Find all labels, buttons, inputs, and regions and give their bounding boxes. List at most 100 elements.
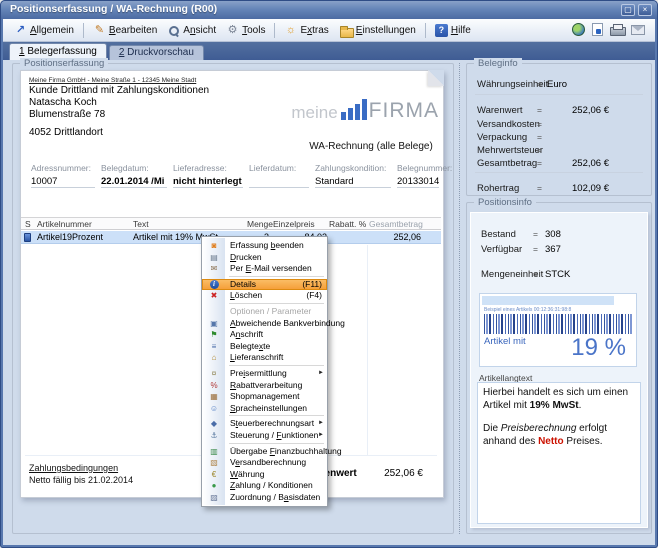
context-menu-item-steuerberechnungsart[interactable]: ◆Steuerberechnungsart► [202,418,327,430]
payment-terms-link[interactable]: Zahlungsbedingungen [29,463,118,473]
positionsinfo-panel: Beispiel eines Artikels 00:12:36:31:98:8… [470,212,648,528]
assignment-icon: ▨ [204,492,224,504]
grid-line [367,245,368,455]
context-menu-item-label: Steuerung / Funktionen [230,430,318,440]
panel-splitter[interactable] [459,63,460,534]
barcode-article-label: Artikel mit [484,336,526,347]
column-header-text[interactable]: Text [133,219,149,229]
flag-icon: ⚑ [204,329,224,341]
field-belegnummer[interactable]: Belegnummer:20133014 [397,163,439,188]
info-label-rohertrag: Rohertrag [477,183,519,194]
info-value-verf-gbar: 367 [545,244,561,255]
menu-label: Bearbeiten [109,25,157,36]
context-menu-item-anschrift[interactable]: ⚑ Anschrift [202,329,327,341]
payment-icon: ● [204,480,224,492]
field-zahlungskondition[interactable]: Zahlungskondition:Standard [315,163,391,188]
equals-sign: = [533,244,538,254]
restore-window-button[interactable]: ▢ [621,4,635,16]
web-globe-icon[interactable] [572,23,585,36]
context-menu-item-drucken[interactable]: ▤Drucken [202,252,327,264]
info-value-gesamtbetrag: 252,06 € [572,158,609,169]
context-menu-item-belegtexte[interactable]: ≡Belegtexte [202,341,327,353]
tab-2-druckvorschau[interactable]: 2 Druckvorschau [109,45,204,60]
menu-allgemein[interactable]: Allgemein [9,22,79,39]
article-barcode-box: Beispiel eines Artikels 00:12:36:31:98:8… [479,293,637,367]
context-menu-item-label: Shopmanagement [230,391,299,401]
context-menu-item-per-e-mail-versenden[interactable]: ✉Per E-Mail versenden [202,263,327,275]
context-menu-item-zahlung-konditionen[interactable]: ● Zahlung / Konditionen [202,480,327,492]
printer-icon[interactable] [610,24,624,35]
submenu-arrow-icon: ► [318,430,324,442]
bank-icon: ▣ [204,318,224,330]
context-menu-item-details[interactable]: iDetails(F11) [202,279,327,291]
shortcut-hint: (F4) [306,290,322,302]
info-label-verf-gbar: Verfügbar [481,244,522,255]
field-value: Standard [315,176,391,188]
column-header-gesamtbetrag[interactable]: Gesamtbetrag [369,219,423,229]
field-adressnummer[interactable]: Adressnummer:10007 [31,163,95,188]
context-menu-item-w-hrung[interactable]: €Währung [202,469,327,481]
context-menu-item-zuordnung-basisdaten[interactable]: ▨Zuordnung / Basisdaten [202,492,327,504]
field-lieferdatum[interactable]: Lieferdatum: [249,163,309,188]
column-header-einzelpreis[interactable]: Einzelpreis [273,219,315,229]
menu-items: Allgemein Bearbeiten AnsichtTools Extras Ein… [9,22,476,39]
barcode-image [484,314,632,334]
equals-sign: = [537,105,542,115]
recipient-line: Kunde Drittland mit Zahlungskonditionen [29,85,209,96]
shipping-icon: ▧ [204,457,224,469]
info-label-warenwert: Warenwert [477,105,523,116]
menu-label: Allgemein [30,25,74,36]
menu-einstellungen[interactable]: Einstellungen [334,23,421,38]
context-menu-item-label: Abweichende Bankverbindung [230,318,345,328]
menu-extras[interactable]: Extras [279,22,333,39]
arrow-up-right-icon [14,24,27,37]
document-type-title: WA-Rechnung (alle Belege) [261,141,481,152]
column-header-menge[interactable]: Menge [247,219,273,229]
fibu-transfer-icon: ▥ [204,446,224,458]
context-menu-item-spracheinstellungen[interactable]: ☺Spracheinstellungen [202,403,327,415]
positionsinfo-group-label: Positionsinfo [474,197,536,208]
context-menu: ◙Erfassung beenden▤Drucken✉Per E-Mail ve… [201,236,328,507]
logo-word-firma: FIRMA [369,100,439,121]
context-menu-item-lieferanschrift[interactable]: ⌂Lieferanschrift [202,352,327,364]
field-belegdatum[interactable]: Belegdatum:22.01.2014 /Mi [101,163,167,188]
delete-icon: ✖ [204,290,224,302]
close-window-button[interactable]: × [638,4,652,16]
field-label: Adressnummer: [31,163,95,173]
context-menu-item-label: Zahlung / Konditionen [230,480,313,490]
beleginfo-group-label: Beleginfo [474,58,522,69]
menu-tools[interactable]: Tools [221,22,270,39]
column-header-artikelnummer[interactable]: Artikelnummer [37,219,92,229]
column-header-s[interactable]: S [25,219,31,229]
langtext-paragraph: Die Preisberechnung erfolgt anhand des N… [483,423,635,448]
context-menu-item-bergabe-finanzbuchhaltung[interactable]: ▥Übergabe Finanzbuchhaltung [202,446,327,458]
field-label: Belegdatum: [101,163,167,173]
column-header-rabatt[interactable]: Rabatt. % [329,219,366,229]
equals-sign: = [533,269,538,279]
artikellangtext-box[interactable]: Hierbei handelt es sich um einen Artikel… [477,382,641,524]
context-menu-item-versandberechnung[interactable]: ▧Versandberechnung [202,457,327,469]
langtext-segment: Preisberechnung [501,423,577,434]
context-menu-item-preisermittlung[interactable]: ¤Preisermittlung► [202,368,327,380]
menu-bearbeiten[interactable]: Bearbeiten [88,22,162,39]
field-value [249,176,309,188]
context-menu-item-steuerung-funktionen[interactable]: ⚓Steuerung / Funktionen► [202,430,327,442]
context-menu-item-label: Anschrift [230,329,263,339]
menu-ansicht[interactable]: Ansicht [162,22,221,39]
document-new-icon[interactable] [592,23,603,36]
context-menu-item-erfassung-beenden[interactable]: ◙Erfassung beenden [202,240,327,252]
context-menu-item-shopmanagement[interactable]: ▦Shopmanagement [202,391,327,403]
mail-icon[interactable] [631,25,645,35]
context-menu-item-label: Per E-Mail versenden [230,263,312,273]
info-label-bestand: Bestand [481,229,516,240]
context-menu-item-l-schen[interactable]: ✖Löschen(F4) [202,290,327,302]
menu-hilfe[interactable]: Hilfe [430,22,476,39]
magnifier-icon [167,24,180,37]
menu-label: Einstellungen [356,25,416,36]
toolbar-right-icons [572,23,645,36]
context-menu-item-rabattverarbeitung[interactable]: %Rabattverarbeitung [202,380,327,392]
context-menu-item-abweichende-bankverbindung[interactable]: ▣Abweichende Bankverbindung [202,318,327,330]
window-titlebar: Positionserfassung / WA-Rechnung (R00) ▢… [1,1,657,19]
langtext-segment: 19% MwSt [530,400,579,411]
field-lieferadresse[interactable]: Lieferadresse:nicht hinterlegt [173,163,243,188]
